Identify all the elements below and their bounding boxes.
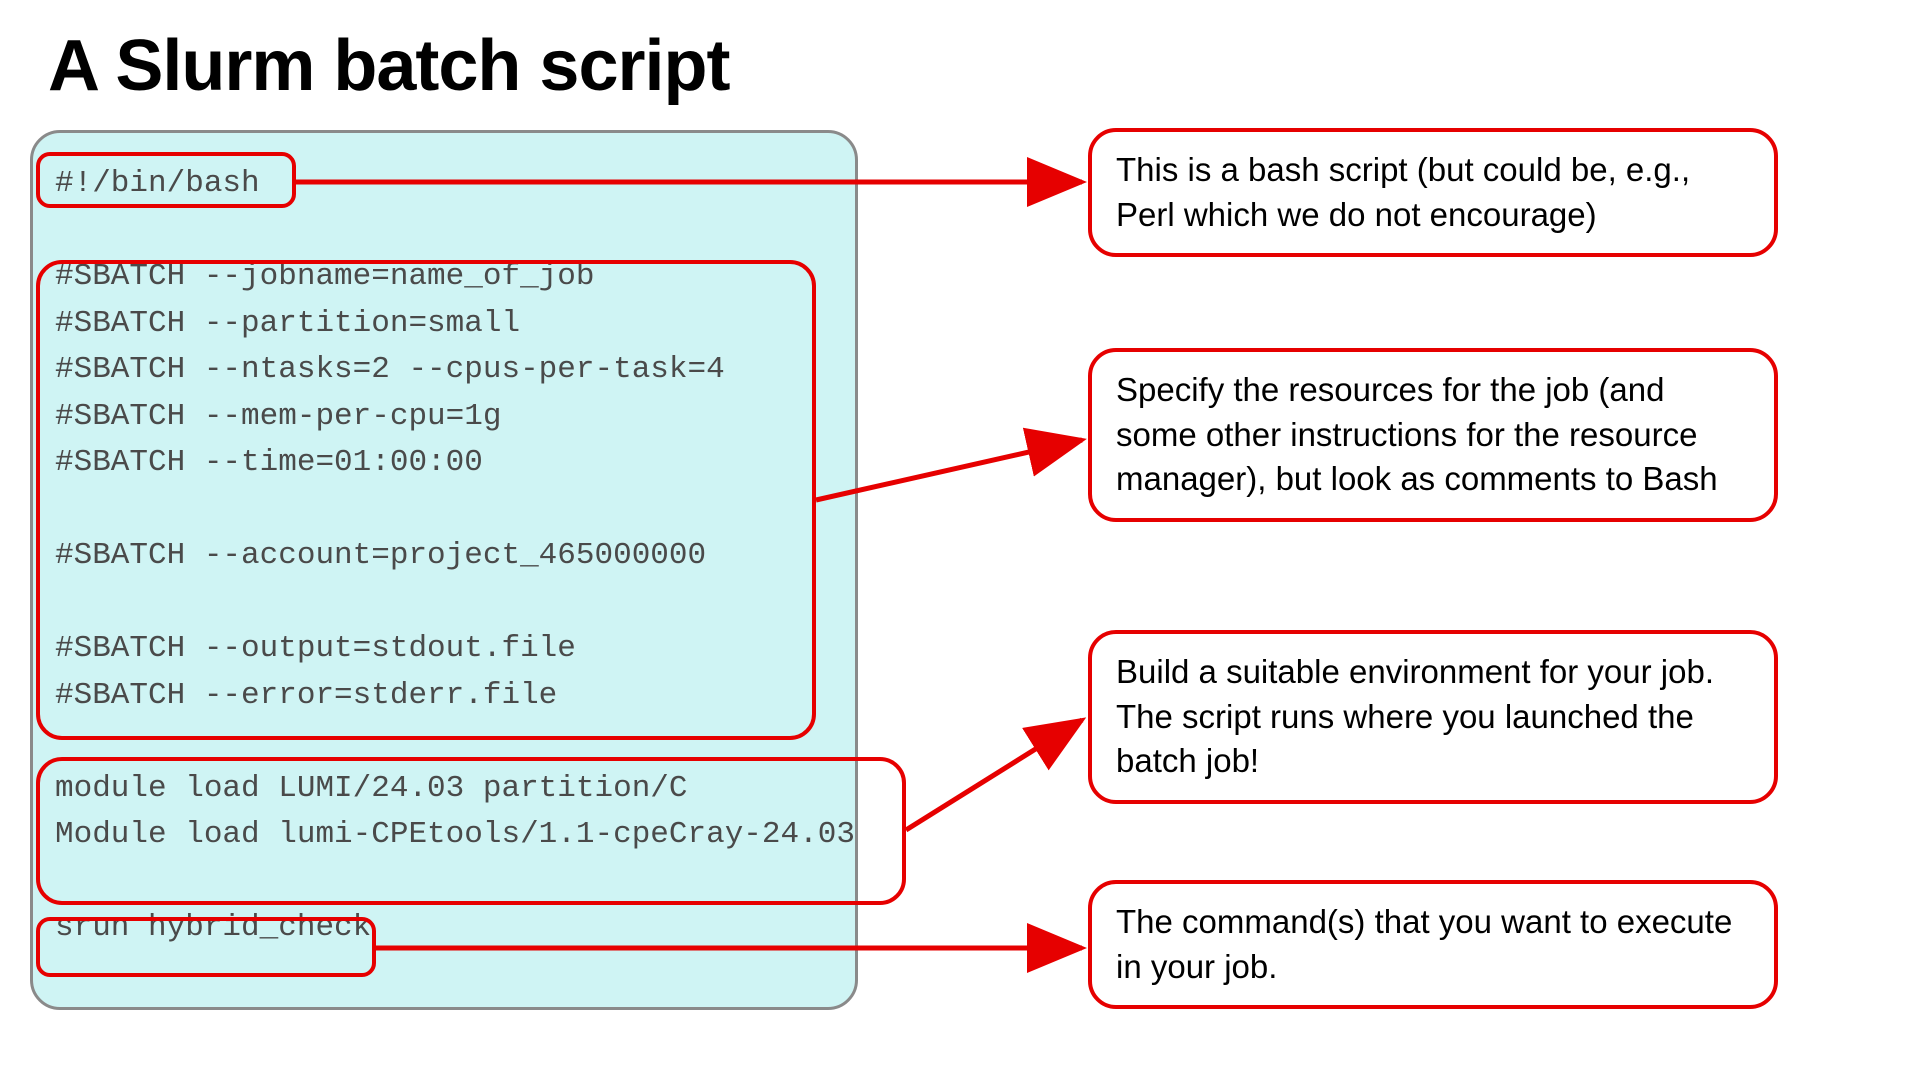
callout-sbatch: Specify the resources for the job (and s… bbox=[1088, 348, 1778, 522]
callout-shebang: This is a bash script (but could be, e.g… bbox=[1088, 128, 1778, 257]
code-module-block: module load LUMI/24.03 partition/C Modul… bbox=[55, 771, 855, 853]
code-run-line: srun hybrid_check bbox=[55, 910, 371, 945]
page-title: A Slurm batch script bbox=[48, 25, 729, 107]
callout-env: Build a suitable environment for your jo… bbox=[1088, 630, 1778, 804]
code-shebang: #!/bin/bash bbox=[55, 166, 260, 201]
callout-run: The command(s) that you want to execute … bbox=[1088, 880, 1778, 1009]
code-sbatch-block: #SBATCH --jobname=name_of_job #SBATCH --… bbox=[55, 259, 725, 713]
script-panel: #!/bin/bash #SBATCH --jobname=name_of_jo… bbox=[30, 130, 858, 1010]
script-code: #!/bin/bash #SBATCH --jobname=name_of_jo… bbox=[55, 161, 833, 952]
